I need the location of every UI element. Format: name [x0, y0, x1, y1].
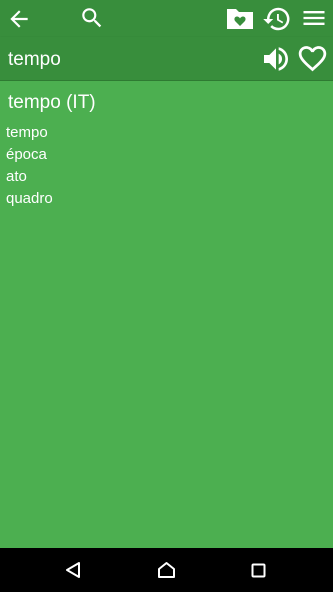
translation-item[interactable]: tempo [6, 122, 53, 144]
favorite-folder-icon[interactable] [225, 4, 255, 32]
nav-back-icon[interactable] [64, 561, 82, 579]
speaker-icon[interactable] [260, 43, 292, 75]
nav-recents-icon[interactable] [251, 563, 266, 578]
translation-item[interactable]: ato [6, 166, 53, 188]
translation-item[interactable]: época [6, 144, 53, 166]
entry-title: tempo (IT) [8, 92, 96, 113]
system-nav-bar [0, 548, 333, 592]
translation-list: tempo época ato quadro [6, 122, 53, 210]
word-title: tempo [8, 49, 61, 70]
history-icon[interactable] [262, 4, 292, 34]
top-toolbar [0, 0, 333, 37]
translation-item[interactable]: quadro [6, 188, 53, 210]
search-icon[interactable] [79, 5, 105, 31]
heart-outline-icon[interactable] [296, 42, 329, 75]
menu-icon[interactable] [300, 4, 328, 32]
nav-home-icon[interactable] [157, 561, 176, 579]
back-arrow-icon[interactable] [6, 6, 32, 32]
